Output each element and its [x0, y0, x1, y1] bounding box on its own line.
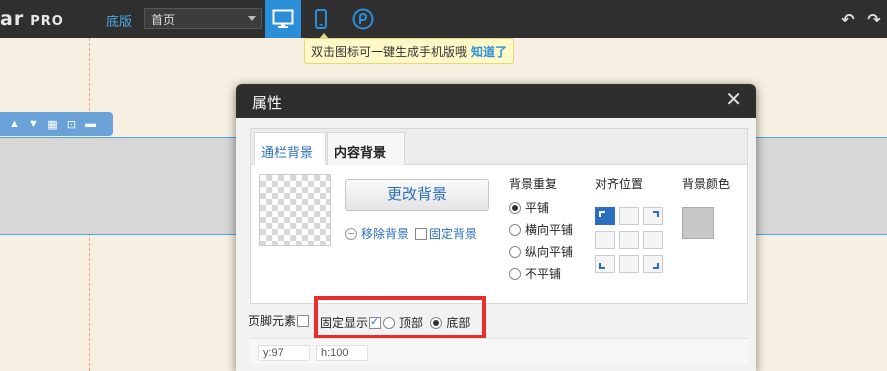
repeat-option-horizontal[interactable]: 横向平铺	[509, 221, 573, 238]
publish-button[interactable]	[345, 0, 381, 38]
fixed-bg-checkbox[interactable]	[415, 228, 428, 240]
base-layout-link[interactable]: 底版	[106, 11, 132, 30]
properties-dialog: 属性 ✕ 通栏背景 内容背景 更改背景 移除背景 固定背景 背景重复 平铺 横向平…	[236, 84, 756, 371]
tab-bar: 通栏背景 内容背景	[251, 129, 747, 165]
close-icon[interactable]: ✕	[725, 90, 742, 110]
align-top-left[interactable]	[595, 207, 615, 225]
align-top-center[interactable]	[619, 207, 639, 225]
redo-icon[interactable]: ↷	[861, 10, 887, 30]
remove-bg-link[interactable]: 移除背景	[361, 227, 409, 241]
page-select[interactable]: 首页	[144, 8, 262, 29]
section-mini-toolbar: ▲ ▼ ▦ ⊡ ▬	[0, 112, 113, 136]
fixed-bg-label: 固定背景	[429, 227, 478, 241]
h-coordinate: h:100	[316, 345, 368, 361]
got-it-link[interactable]: 知道了	[471, 45, 507, 59]
move-down-icon[interactable]: ▼	[27, 118, 40, 130]
desktop-view-button[interactable]	[265, 0, 301, 38]
radio-icon[interactable]	[509, 202, 521, 214]
change-bg-button[interactable]: 更改背景	[345, 179, 489, 211]
phone-icon	[315, 9, 327, 29]
repeat-option-none[interactable]: 不平铺	[509, 265, 561, 282]
bg-options-row: 移除背景 固定背景	[345, 225, 477, 242]
mobile-tip-tooltip: 双击图标可一键生成手机版哦 知道了	[304, 33, 515, 64]
radio-icon[interactable]	[509, 224, 521, 236]
y-coordinate: y:97	[258, 345, 310, 361]
dialog-header: 属性 ✕	[236, 84, 756, 118]
footer-element-checkbox[interactable]	[297, 315, 310, 327]
bg-preview	[259, 174, 331, 246]
repeat-option-vertical[interactable]: 纵向平铺	[509, 243, 573, 260]
align-middle-left[interactable]	[595, 231, 615, 249]
minus-circle-icon[interactable]	[345, 228, 357, 240]
move-up-icon[interactable]: ▲	[8, 118, 21, 130]
highlight-box	[314, 296, 486, 339]
align-grid	[595, 207, 663, 275]
monitor-icon	[272, 9, 294, 28]
radio-icon[interactable]	[509, 246, 521, 258]
tab-content-bg[interactable]: 内容背景	[327, 132, 405, 165]
radio-icon[interactable]	[509, 268, 521, 280]
app-logo: ar PRO	[0, 8, 64, 30]
publish-icon	[352, 8, 374, 30]
chevron-down-icon	[248, 16, 256, 21]
coordinate-bar: y:97 h:100	[250, 338, 748, 364]
color-title: 背景颜色	[682, 177, 731, 191]
align-middle-right[interactable]	[643, 231, 663, 249]
dialog-title: 属性	[252, 95, 283, 112]
footer-element-label: 页脚元素	[248, 314, 297, 328]
unlock-icon[interactable]: ⊡	[65, 118, 78, 131]
grid-icon[interactable]: ▦	[46, 118, 59, 131]
bg-color-swatch[interactable]	[682, 207, 714, 239]
align-bottom-right[interactable]	[643, 255, 663, 273]
top-toolbar: ar PRO 底版 首页 ↶ ↷	[0, 0, 887, 38]
align-title: 对齐位置	[595, 177, 644, 191]
trash-icon[interactable]: ▬	[84, 118, 97, 130]
footer-element-row: 页脚元素	[248, 312, 311, 329]
align-center[interactable]	[619, 231, 639, 249]
tab-full-width-bg[interactable]: 通栏背景	[254, 132, 326, 165]
background-panel: 通栏背景 内容背景 更改背景 移除背景 固定背景 背景重复 平铺 横向平铺 纵向平…	[250, 128, 748, 304]
undo-icon[interactable]: ↶	[835, 10, 861, 30]
repeat-option-tile[interactable]: 平铺	[509, 199, 549, 216]
align-top-right[interactable]	[643, 207, 663, 225]
repeat-title: 背景重复	[509, 177, 558, 191]
align-bottom-center[interactable]	[619, 255, 639, 273]
align-bottom-left[interactable]	[595, 255, 615, 273]
